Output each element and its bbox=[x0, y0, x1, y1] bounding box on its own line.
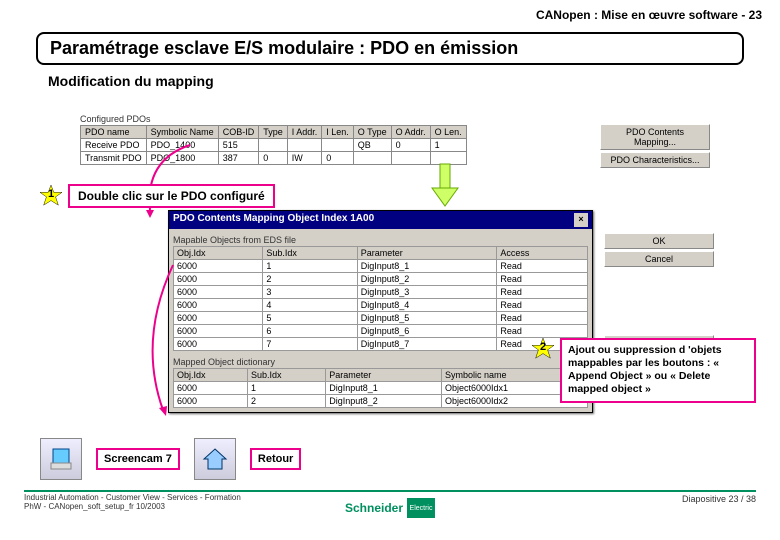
mapped-dictionary-table[interactable]: Obj.IdxSub.IdxParameterSymbolic name6000… bbox=[173, 368, 588, 408]
col-header: Parameter bbox=[326, 369, 442, 382]
col-header: COB-ID bbox=[218, 126, 259, 139]
logo-text: Schneider bbox=[345, 501, 403, 515]
screencam-icon[interactable] bbox=[40, 438, 82, 480]
step-1-text: Double clic sur le PDO configuré bbox=[68, 184, 275, 208]
pdo-mapping-dialog: PDO Contents Mapping Object Index 1A00 ×… bbox=[168, 210, 593, 413]
col-header: PDO name bbox=[81, 126, 147, 139]
logo-square: Electric bbox=[407, 498, 435, 518]
step-1-burst: 1 bbox=[40, 185, 62, 207]
footer-line-2: PhW - CANopen_soft_setup_fr 10/2003 bbox=[24, 503, 241, 512]
slide-title: Paramétrage esclave E/S modulaire : PDO … bbox=[36, 32, 744, 65]
configured-pdos-label: Configured PDOs bbox=[80, 114, 610, 124]
col-header: Type bbox=[259, 126, 288, 139]
col-header: O Len. bbox=[430, 126, 466, 139]
col-header: Obj.Idx bbox=[174, 247, 263, 260]
slide-number: Diapositive 23 / 38 bbox=[682, 494, 756, 512]
screencam-label: Screencam 7 bbox=[96, 448, 180, 470]
col-header: Access bbox=[497, 247, 588, 260]
col-header: Sub.Idx bbox=[263, 247, 357, 260]
down-arrow-icon bbox=[430, 162, 460, 213]
cancel-button[interactable]: Cancel bbox=[604, 251, 714, 267]
configured-pdos-area: Configured PDOs PDO nameSymbolic NameCOB… bbox=[80, 114, 610, 165]
slide-subtitle: Modification du mapping bbox=[48, 73, 780, 89]
table-row[interactable]: 60006DigInput8_6Read bbox=[174, 325, 588, 338]
page-header: CANopen : Mise en œuvre software - 23 bbox=[0, 0, 780, 26]
mapable-objects-label: Mapable Objects from EDS file bbox=[173, 235, 588, 245]
col-header: O Type bbox=[353, 126, 391, 139]
table-row[interactable]: 60005DigInput8_5Read bbox=[174, 312, 588, 325]
step-2-text: Ajout ou suppression d 'objets mappables… bbox=[560, 338, 756, 403]
home-icon[interactable] bbox=[194, 438, 236, 480]
col-header: Symbolic Name bbox=[146, 126, 218, 139]
mapable-objects-table[interactable]: Obj.IdxSub.IdxParameterAccess60001DigInp… bbox=[173, 246, 588, 351]
mapped-dictionary-label: Mapped Object dictionary bbox=[173, 357, 588, 367]
table-row[interactable]: 60004DigInput8_4Read bbox=[174, 299, 588, 312]
pdo-characteristics-button[interactable]: PDO Characteristics... bbox=[600, 152, 710, 168]
col-header: Obj.Idx bbox=[174, 369, 248, 382]
table-row[interactable]: 60007DigInput8_7Read bbox=[174, 338, 588, 351]
table-row[interactable]: 60002DigInput8_2Read bbox=[174, 273, 588, 286]
ok-button[interactable]: OK bbox=[604, 233, 714, 249]
col-header: O Addr. bbox=[391, 126, 430, 139]
col-header: I Len. bbox=[322, 126, 354, 139]
footer-icons: Screencam 7 Retour bbox=[40, 438, 301, 480]
table-row[interactable]: 60002DigInput8_2Object6000Idx2 bbox=[174, 395, 588, 408]
col-header: I Addr. bbox=[287, 126, 322, 139]
configured-pdos-table: PDO nameSymbolic NameCOB-IDTypeI Addr.I … bbox=[80, 125, 467, 165]
col-header: Sub.Idx bbox=[248, 369, 326, 382]
logo: Schneider Electric bbox=[345, 498, 435, 518]
table-row[interactable]: Transmit PDOPDO_18003870IW0 bbox=[81, 152, 467, 165]
dialog-titlebar: PDO Contents Mapping Object Index 1A00 × bbox=[169, 211, 592, 229]
table-row[interactable]: Receive PDOPDO_1400515QB01 bbox=[81, 139, 467, 152]
step-2-burst: 2 bbox=[532, 338, 554, 360]
pdo-contents-mapping-button[interactable]: PDO Contents Mapping... bbox=[600, 124, 710, 150]
pdo-side-buttons: PDO Contents Mapping... PDO Characterist… bbox=[600, 124, 710, 170]
table-row[interactable]: 60001DigInput8_1Object6000Idx1 bbox=[174, 382, 588, 395]
retour-label: Retour bbox=[250, 448, 301, 470]
close-icon[interactable]: × bbox=[574, 213, 588, 227]
dialog-title-text: PDO Contents Mapping Object Index 1A00 bbox=[173, 213, 374, 227]
col-header: Parameter bbox=[357, 247, 497, 260]
table-row[interactable]: 60003DigInput8_3Read bbox=[174, 286, 588, 299]
table-row[interactable]: 60001DigInput8_1Read bbox=[174, 260, 588, 273]
